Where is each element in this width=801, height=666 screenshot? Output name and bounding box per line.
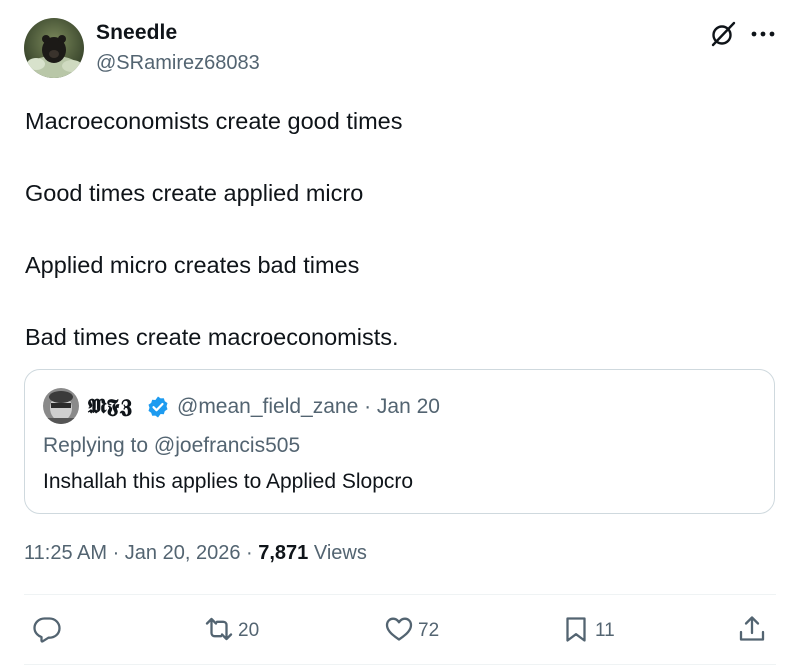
retweet-button[interactable]: 20	[204, 613, 259, 649]
author-display-name[interactable]: Sneedle	[96, 21, 177, 45]
quote-author-display-name[interactable]: 𝕸𝕱𝖅	[88, 394, 133, 418]
more-icon[interactable]	[750, 26, 776, 42]
reply-button[interactable]	[32, 613, 66, 649]
divider	[24, 594, 776, 595]
grok-icon[interactable]	[709, 20, 737, 48]
reply-icon	[32, 614, 62, 649]
timestamp-time-date[interactable]: 11:25 AM · Jan 20, 2026 ·	[24, 542, 258, 564]
replying-mention[interactable]: @joefrancis505	[154, 434, 300, 457]
tweet-text: Macroeconomists create good times Good t…	[25, 103, 765, 391]
views-count: 7,871	[258, 542, 309, 564]
tweet-line: Applied micro creates bad times	[25, 252, 360, 278]
retweet-count: 20	[238, 620, 260, 641]
tweet-timestamp: 11:25 AM · Jan 20, 2026 · 7,871 Views	[24, 542, 367, 565]
bookmark-count: 11	[595, 620, 615, 641]
author-handle[interactable]: @SRamirez68083	[96, 52, 260, 75]
author-avatar[interactable]	[24, 18, 84, 78]
verified-badge-icon	[146, 395, 170, 419]
bookmark-icon	[561, 614, 591, 649]
share-icon	[737, 614, 767, 649]
quoted-tweet[interactable]: 𝕸𝕱𝖅 @mean_field_zane · Jan 20 Replying t…	[24, 369, 775, 514]
quote-meta[interactable]: @mean_field_zane · Jan 20	[177, 395, 440, 419]
heart-icon	[384, 614, 414, 649]
replying-prefix: Replying to	[43, 434, 154, 457]
quote-replying-to: Replying to @joefrancis505	[43, 434, 300, 458]
divider	[24, 664, 776, 665]
quote-author-avatar[interactable]	[43, 388, 79, 424]
tweet: Sneedle @SRamirez68083 Macroeconomists c…	[0, 0, 801, 666]
bookmark-button[interactable]: 11	[561, 613, 615, 649]
tweet-line: Good times create applied micro	[25, 180, 364, 206]
views-label: Views	[308, 542, 367, 564]
quote-text: Inshallah this applies to Applied Slopcr…	[43, 470, 414, 493]
like-count: 72	[418, 620, 440, 641]
retweet-icon	[204, 614, 234, 649]
share-button[interactable]	[737, 613, 767, 649]
tweet-line: Macroeconomists create good times	[25, 108, 403, 134]
like-button[interactable]: 72	[384, 613, 439, 649]
tweet-line: Bad times create macroeconomists.	[25, 324, 399, 350]
